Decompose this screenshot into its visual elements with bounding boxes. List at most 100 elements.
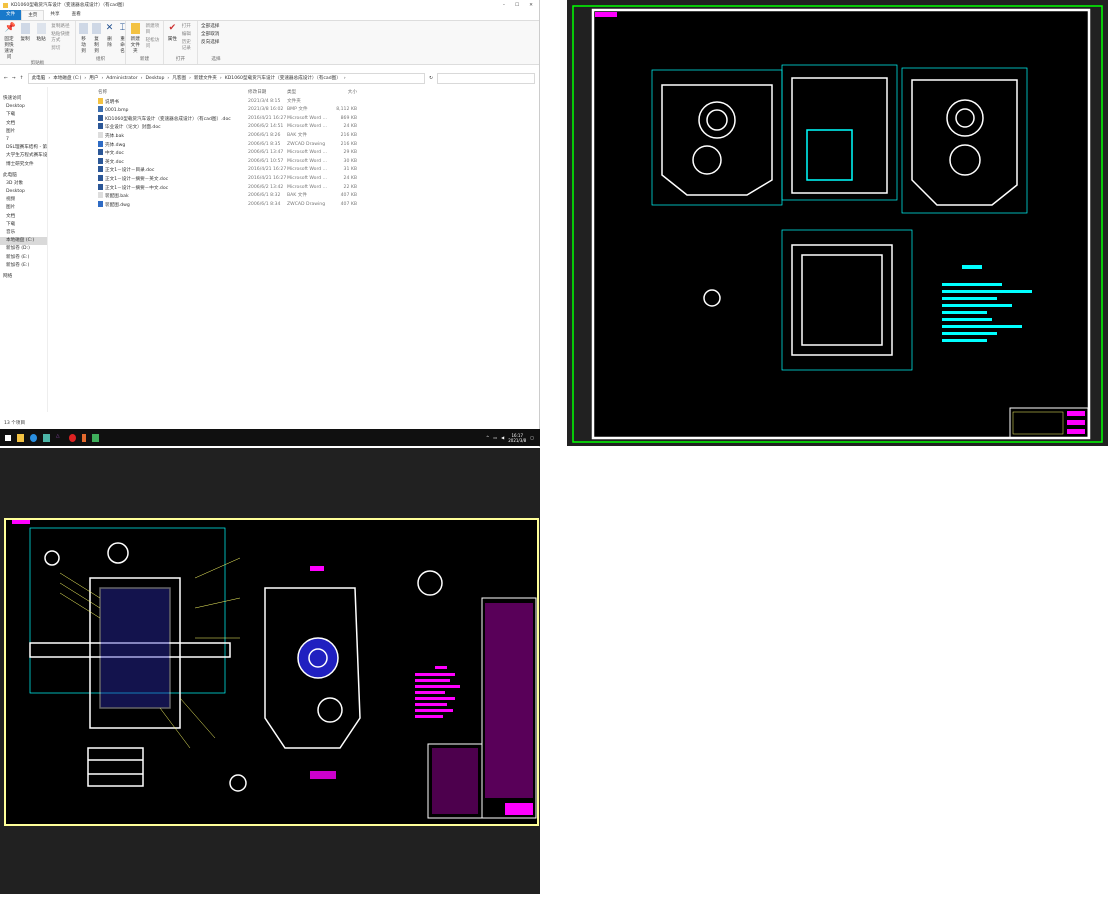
nav-item[interactable]: 本地磁盘 (C:) xyxy=(0,237,47,246)
delete-button[interactable]: ✕ 删除 xyxy=(105,23,114,56)
history-button[interactable]: 历史记录 xyxy=(182,39,194,51)
breadcrumb[interactable]: 此电脑 › 本地磁盘 (C:) › 用户 › Administrator › Desktop › 凡… xyxy=(27,72,426,84)
properties-button[interactable]: ✔ 属性 xyxy=(167,23,178,56)
file-row[interactable]: 正文1－设计－摘要－英文.doc 2016/4/21 16:27 Microsoft… xyxy=(50,174,539,184)
file-row[interactable]: 壳体.bak 2006/6/1 8:26 BAK 文件 216 KB xyxy=(50,131,539,141)
chevron-right-icon[interactable]: › xyxy=(167,76,169,81)
copy-button[interactable]: 复制 xyxy=(19,23,31,60)
paste-button[interactable]: 粘贴 xyxy=(35,23,47,60)
nav-item[interactable]: 新加卷 (E:) xyxy=(0,254,47,262)
browser-icon[interactable] xyxy=(30,433,37,442)
tab-home[interactable]: 主页 xyxy=(21,10,45,20)
chevron-right-icon[interactable]: › xyxy=(189,76,191,81)
breadcrumb-item[interactable]: Administrator xyxy=(106,76,137,81)
paste-shortcut-button[interactable]: 粘贴快捷方式 xyxy=(51,31,72,43)
zwcad-icon[interactable] xyxy=(69,433,76,442)
nav-item[interactable]: 图片 xyxy=(0,128,47,136)
cad-app-icon[interactable]: △ xyxy=(56,434,63,442)
nav-item[interactable]: 音乐 xyxy=(0,229,47,237)
file-row[interactable]: 壳体.dwg 2006/6/1 8:35 ZWCAD Drawing 216 KB xyxy=(50,140,539,150)
file-row[interactable]: 0001.bmp 2021/3/8 16:02 BMP 文件 8,112 KB xyxy=(50,106,539,115)
file-row[interactable]: 中文.doc 2006/6/1 13:47 Microsoft Word ... 29… xyxy=(50,149,539,158)
column-date[interactable]: 修改日期 xyxy=(248,89,287,98)
copy-path-button[interactable]: 复制路径 xyxy=(51,23,72,29)
nav-item[interactable]: 3D 对象 xyxy=(0,180,47,188)
tab-view[interactable]: 查看 xyxy=(66,10,87,20)
nav-item[interactable]: 图片 xyxy=(0,204,47,212)
tab-file[interactable]: 文件 xyxy=(0,10,22,20)
nav-item[interactable]: 博士研究文件 xyxy=(0,161,47,169)
chevron-right-icon[interactable]: › xyxy=(344,76,346,81)
nav-item[interactable]: DSL理赛车结构 - 第 xyxy=(0,144,47,152)
refresh-icon[interactable]: ↻ xyxy=(429,76,433,81)
up-icon[interactable]: ↑ xyxy=(20,76,24,81)
file-row[interactable]: 正文1－设计－摘要－中文.doc 2006/6/2 13:42 Microsoft … xyxy=(50,183,539,193)
nav-item[interactable]: 下载 xyxy=(0,111,47,119)
nav-item[interactable]: 网络 xyxy=(0,273,47,281)
windows-start-icon[interactable] xyxy=(5,434,11,441)
nav-item[interactable]: Desktop xyxy=(0,188,47,196)
column-name[interactable]: 名称 xyxy=(98,89,248,98)
maximize-button[interactable]: ☐ xyxy=(515,3,519,8)
app-icon[interactable] xyxy=(82,433,86,442)
copy-to-button[interactable]: 复制到 xyxy=(92,23,101,56)
select-all-button[interactable]: 全部选择 xyxy=(201,23,219,29)
new-folder-button[interactable]: 新建文件夹 xyxy=(129,23,142,56)
chevron-right-icon[interactable]: › xyxy=(220,76,222,81)
minimize-button[interactable]: – xyxy=(503,3,505,8)
nav-item[interactable]: 此电脑 xyxy=(0,172,47,180)
edit-button[interactable]: 编辑 xyxy=(182,31,194,37)
file-row[interactable]: 英文.doc 2006/6/1 10:57 Microsoft Word ... 30… xyxy=(50,157,539,167)
nav-item[interactable]: 文档 xyxy=(0,120,47,128)
spreadsheet-icon[interactable] xyxy=(92,433,99,442)
breadcrumb-item[interactable]: 用户 xyxy=(89,75,98,81)
back-icon[interactable]: ← xyxy=(4,76,8,81)
breadcrumb-item[interactable]: 本地磁盘 (C:) xyxy=(53,75,81,81)
column-size[interactable]: 大小 xyxy=(327,89,357,98)
close-button[interactable]: ✕ xyxy=(529,3,533,8)
column-type[interactable]: 类型 xyxy=(287,89,327,98)
file-row[interactable]: 装配图.bak 2006/6/1 8:32 BAK 文件 407 KB xyxy=(50,192,539,201)
tab-share[interactable]: 共享 xyxy=(44,10,65,20)
breadcrumb-item[interactable]: KD1060型载货汽车设计（变速器总成设计）（有cad图） xyxy=(225,75,341,81)
invert-selection-button[interactable]: 反向选择 xyxy=(201,39,219,45)
breadcrumb-item[interactable]: 新建文件夹 xyxy=(194,75,217,81)
search-input[interactable] xyxy=(437,72,535,84)
file-row[interactable]: 毕业设计（论文）封面.doc 2006/6/2 14:51 Microsoft Wo… xyxy=(50,123,539,132)
cut-button[interactable]: 剪切 xyxy=(51,45,72,51)
move-to-button[interactable]: 移动到 xyxy=(79,23,88,56)
breadcrumb-item[interactable]: 此电脑 xyxy=(32,75,46,81)
file-row[interactable]: 正文1－设计－目录.doc 2016/4/21 16:27 Microsoft Wo… xyxy=(50,166,539,175)
easy-access-button[interactable]: 轻松访问 xyxy=(146,37,160,49)
pin-quick-access-button[interactable]: 📌 固定到快速访问 xyxy=(3,23,15,60)
chevron-right-icon[interactable]: › xyxy=(84,76,86,81)
nav-item[interactable]: 视频 xyxy=(0,196,47,204)
chevron-right-icon[interactable]: › xyxy=(141,76,143,81)
breadcrumb-item[interactable]: Desktop xyxy=(145,76,164,81)
clock[interactable]: 16:17 2021/3/8 xyxy=(508,433,526,443)
file-explorer-icon[interactable] xyxy=(17,433,24,442)
nav-item[interactable]: 文档 xyxy=(0,213,47,221)
nav-item[interactable]: 大学生方程式赛车设 xyxy=(0,152,47,160)
volume-icon[interactable]: ◀ xyxy=(501,435,504,440)
breadcrumb-item[interactable]: 凡客图 xyxy=(172,75,186,81)
open-button[interactable]: 打开 xyxy=(182,23,194,29)
notification-icon[interactable]: ▢ xyxy=(530,435,534,440)
file-row[interactable]: 说明书 2021/3/4 8:15 文件夹 xyxy=(50,97,539,107)
forward-icon[interactable]: → xyxy=(12,76,16,81)
new-item-button[interactable]: 新建项目 xyxy=(146,23,160,35)
chevron-right-icon[interactable]: › xyxy=(101,76,103,81)
nav-item[interactable]: 新加卷 (D:) xyxy=(0,245,47,253)
network-icon[interactable]: ▭ xyxy=(493,435,497,440)
file-row[interactable]: 装配图.dwg 2006/6/1 8:34 ZWCAD Drawing 407 KB xyxy=(50,200,539,210)
nav-item[interactable]: 快速访问 xyxy=(0,95,47,103)
select-none-button[interactable]: 全部取消 xyxy=(201,31,219,37)
nav-item[interactable]: 新加卷 (E:) xyxy=(0,262,47,270)
app-icon[interactable] xyxy=(43,433,50,442)
chevron-right-icon[interactable]: › xyxy=(48,76,50,81)
file-row[interactable]: KD1060型载货汽车设计（变速器总成设计）（有cad图）.doc 2016/4/… xyxy=(50,114,539,124)
nav-item[interactable]: 7 xyxy=(0,136,47,144)
nav-item[interactable]: Desktop xyxy=(0,103,47,111)
nav-item[interactable]: 下载 xyxy=(0,221,47,229)
tray-chevron-icon[interactable]: ^ xyxy=(486,435,489,440)
